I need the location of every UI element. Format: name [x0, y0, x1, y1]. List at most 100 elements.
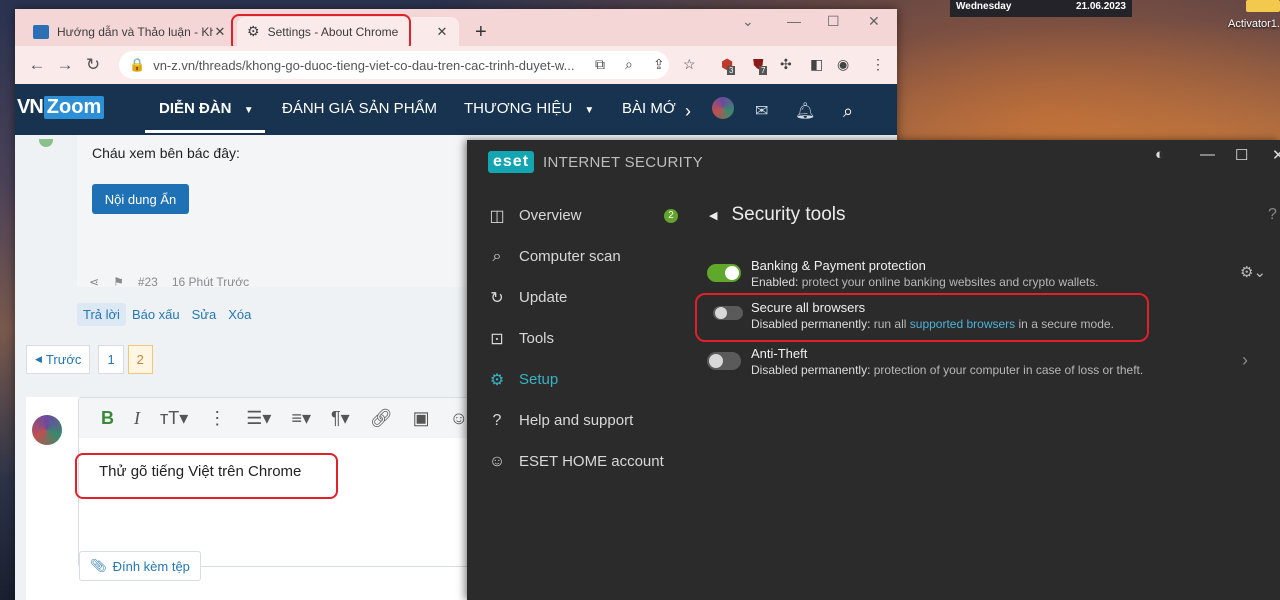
theme-toggle-icon[interactable]: ◐	[1155, 146, 1164, 163]
align-icon[interactable]: ≡▾	[291, 408, 311, 429]
hidden-content-button[interactable]: Nội dung Ẩn	[92, 184, 189, 214]
sidebar-item-overview[interactable]: ◫ Overview 2	[467, 195, 692, 236]
close-window-button[interactable]: ✕	[868, 13, 880, 30]
list-icon[interactable]: ☰▾	[246, 408, 271, 429]
maximize-button[interactable]: ☐	[1235, 146, 1248, 164]
emoji-icon[interactable]: ☺	[450, 408, 468, 429]
gear-icon[interactable]: ⚙⌄	[1240, 263, 1266, 281]
logo-zoom: Zoom	[43, 95, 105, 119]
tool-status: Enabled: protect your online banking web…	[751, 275, 1099, 289]
help-icon: ?	[492, 411, 502, 429]
post-text: Cháu xem bên bác đây:	[92, 145, 240, 161]
back-button[interactable]: ←	[23, 55, 51, 75]
edit-button[interactable]: Sửa	[186, 303, 223, 326]
pagination: ◀ Trước 1 2	[26, 345, 153, 374]
image-icon[interactable]: ▣	[413, 408, 430, 429]
notification-badge: 2	[664, 208, 678, 223]
ublock-extension-icon[interactable]: ⛊ 7	[753, 56, 768, 75]
extension-badge: 3	[727, 66, 736, 75]
banking-toggle[interactable]	[707, 264, 741, 282]
user-avatar[interactable]	[712, 97, 734, 119]
sidepanel-icon[interactable]: ◧	[810, 56, 823, 73]
delete-button[interactable]: Xóa	[222, 303, 257, 326]
eset-logo-badge: eset	[488, 151, 535, 173]
more-options-icon[interactable]: ⋮	[208, 408, 226, 429]
translate-icon[interactable]: ⧉	[595, 56, 605, 73]
sidebar-item-help[interactable]: ? Help and support	[467, 400, 692, 441]
italic-icon[interactable]: I	[134, 408, 140, 429]
text-size-icon[interactable]: тT▾	[160, 408, 188, 429]
reply-button[interactable]: Trả lời	[77, 303, 126, 326]
product-name: INTERNET SECURITY	[543, 153, 703, 171]
bookmark-icon[interactable]: ⚑	[113, 275, 124, 289]
sidebar-item-tools[interactable]: ⊡ Tools	[467, 318, 692, 359]
paragraph-icon[interactable]: ¶▾	[331, 408, 350, 429]
more-menu-icon[interactable]: ⋮	[871, 56, 885, 73]
taskbar-clock: Wednesday 21.06.2023	[950, 0, 1132, 17]
mail-icon[interactable]: ✉	[755, 101, 768, 121]
folder-icon[interactable]	[1246, 0, 1280, 12]
post-number[interactable]: #23	[138, 275, 158, 289]
chevron-down-icon: ▼	[243, 105, 254, 116]
share-icon[interactable]: ⋖	[89, 275, 99, 289]
chevron-down-icon[interactable]: ⌄	[742, 13, 754, 30]
chevron-right-icon[interactable]: ›	[685, 101, 691, 122]
page-2-button[interactable]: 2	[127, 345, 153, 374]
clock-date: 21.06.2023	[1075, 1, 1126, 12]
bell-icon[interactable]: 🔔︎	[795, 101, 815, 121]
adblock-extension-icon[interactable]: ⬢ 3	[721, 56, 736, 75]
post-meta: ⋖ ⚑ #23 16 Phút Trước	[89, 275, 249, 289]
logo-vn: VN	[17, 95, 44, 118]
paperclip-icon: 📎︎	[90, 558, 107, 573]
minimize-button[interactable]: —	[787, 13, 801, 29]
page-1-button[interactable]: 1	[98, 345, 124, 374]
profile-icon[interactable]: ◉	[837, 56, 849, 73]
search-icon[interactable]: ⌕	[843, 101, 853, 122]
extension-badge: 7	[759, 66, 768, 75]
desktop-icon-label[interactable]: Activator1.	[1228, 18, 1280, 30]
link-icon[interactable]: 🔗︎	[370, 408, 393, 429]
address-bar[interactable]: 🔒 vn-z.vn/threads/khong-go-duoc-tieng-vi…	[119, 51, 669, 79]
lock-icon: 🔒	[129, 57, 146, 72]
tab-vnzoom[interactable]: Hướng dẫn và Thảo luận - Không ✕	[23, 17, 237, 46]
puzzle-icon[interactable]: ✣	[780, 56, 792, 73]
minimize-button[interactable]: —	[1200, 146, 1215, 163]
maximize-button[interactable]: ☐	[827, 13, 840, 30]
nav-new-posts[interactable]: BÀI MỚ	[622, 100, 678, 117]
bookmark-star-icon[interactable]: ☆	[683, 56, 696, 73]
nav-reviews[interactable]: ĐÁNH GIÁ SẢN PHẨM	[282, 100, 437, 117]
sidebar-item-computer-scan[interactable]: ⌕ Computer scan	[467, 236, 692, 277]
site-logo[interactable]: VN Zoom	[17, 94, 120, 120]
close-icon[interactable]: ✕	[213, 24, 227, 40]
site-navbar: VN Zoom DIỄN ĐÀN ▼ ĐÁNH GIÁ SẢN PHẨM THƯ…	[15, 84, 897, 135]
highlight-box	[75, 453, 338, 499]
help-icon[interactable]: ?	[1268, 206, 1277, 224]
reload-button[interactable]: ↻	[79, 55, 107, 75]
anti-theft-toggle[interactable]	[707, 352, 741, 370]
account-icon: ☺	[488, 452, 506, 470]
forward-button[interactable]: →	[51, 55, 79, 75]
tool-name: Anti-Theft	[751, 346, 808, 361]
sidebar-item-eset-home[interactable]: ☺ ESET HOME account	[467, 441, 692, 482]
eset-sidebar: ◫ Overview 2 ⌕ Computer scan ↻ Update ⊡ …	[467, 195, 692, 482]
sidebar-item-update[interactable]: ↻ Update	[467, 277, 692, 318]
back-arrow-icon[interactable]: ◀	[709, 209, 717, 222]
share-icon[interactable]: ⇪	[653, 56, 665, 73]
close-icon[interactable]: ✕	[435, 24, 449, 40]
gear-icon: ⚙	[489, 371, 505, 389]
nav-brands[interactable]: THƯƠNG HIỆU ▼	[464, 100, 594, 117]
close-window-button[interactable]: ✕	[1272, 146, 1280, 164]
nav-forum[interactable]: DIỄN ĐÀN ▼	[159, 100, 254, 117]
report-button[interactable]: Báo xấu	[126, 303, 186, 326]
tool-name: Banking & Payment protection	[751, 258, 926, 273]
highlight-box	[695, 293, 1149, 342]
attach-file-button[interactable]: 📎︎ Đính kèm tệp	[79, 551, 201, 581]
chevron-right-icon[interactable]: ›	[1242, 350, 1248, 371]
zoom-icon[interactable]: ⌕	[625, 56, 633, 73]
sidebar-item-setup[interactable]: ⚙ Setup	[467, 359, 692, 400]
prev-page-button[interactable]: ◀ Trước	[26, 345, 91, 374]
page-title: ◀ Security tools	[709, 204, 846, 225]
new-tab-button[interactable]: +	[475, 21, 487, 44]
bold-icon[interactable]: B	[101, 408, 114, 429]
vnzoom-favicon-icon	[33, 24, 49, 39]
